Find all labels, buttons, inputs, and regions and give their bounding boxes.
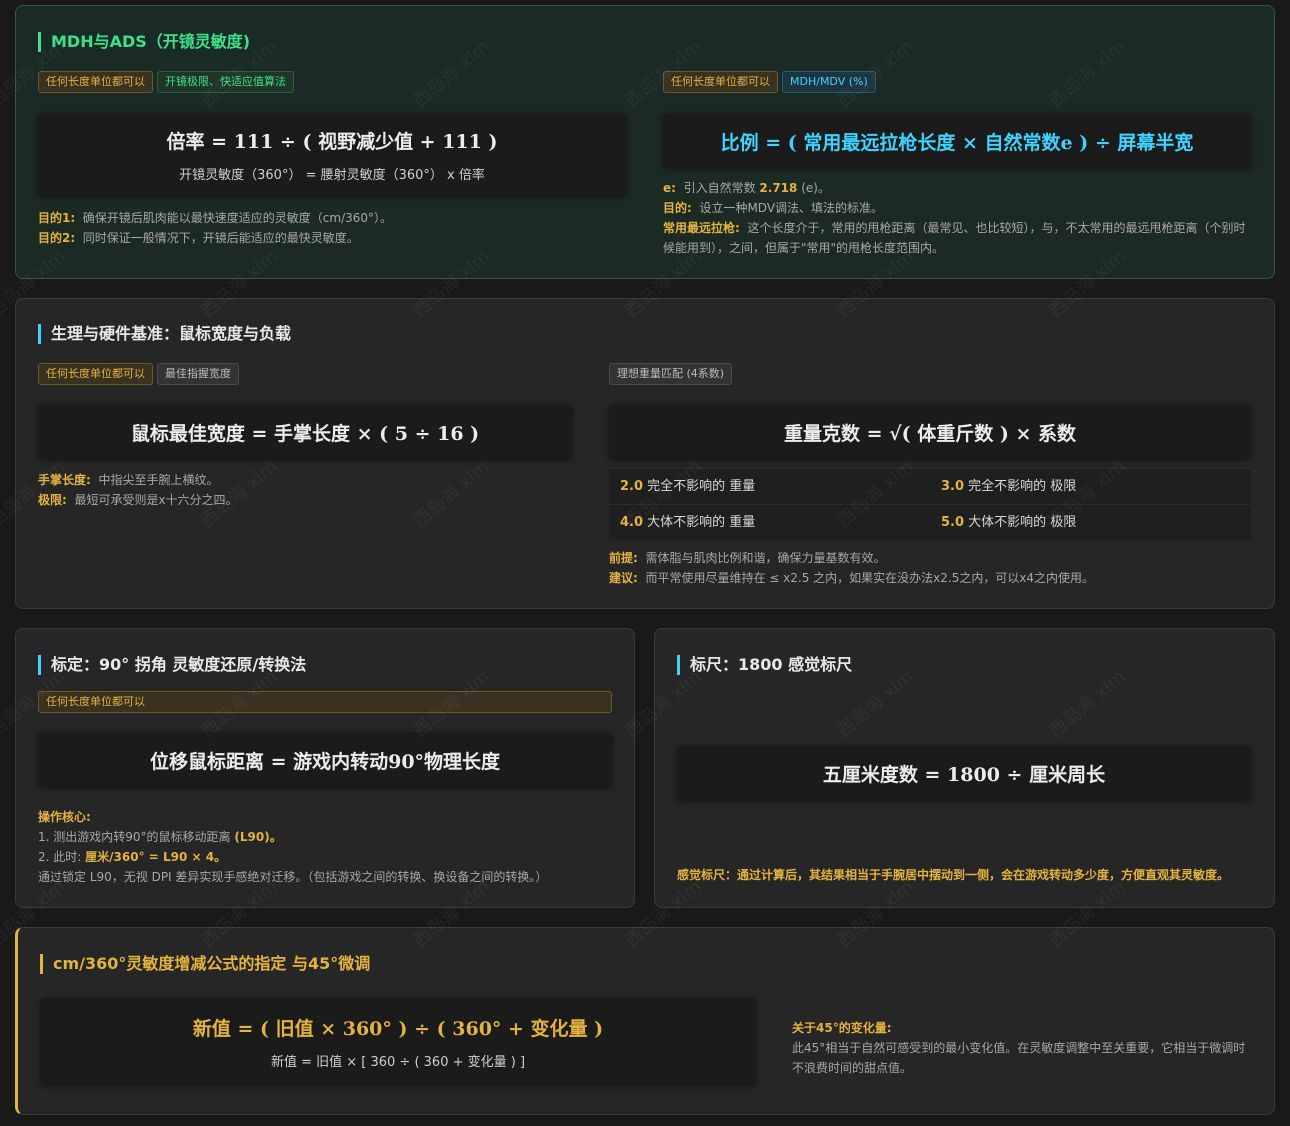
formula-sub: 新值 = 旧值 × [ 360 ÷ ( 360 + 变化量 ) ] <box>270 1055 526 1070</box>
note-line: 感觉标尺：通过计算后，其结果相当于手腕居中摆动到一侧，会在游戏转动多少度，方便直… <box>677 868 1230 882</box>
formula-box: 比例 = ( 常用最远拉枪长度 × 自然常数e ) ÷ 屏幕半宽 <box>663 113 1251 167</box>
tag-group-left: 任何长度单位都可以 开镜极限、快适应值算法 <box>38 71 294 93</box>
tag-group-left: 任何长度单位都可以 最佳指握宽度 <box>38 363 239 385</box>
tag: 理想重量匹配 (4系数) <box>609 363 733 385</box>
table-cell: 3.0 完全不影响的 极限 <box>941 479 1077 494</box>
notes-right: 前提: 需体脂与肌肉比例和谐，确保力量基数有效。 建议: 而平常使用尽量维持在 … <box>609 548 1251 588</box>
note-line: 目的: 设立一种MDV调法、填法的标准。 <box>663 201 884 215</box>
notes-right: e: 引入自然常数 2.718 (e)。 目的: 设立一种MDV调法、填法的标准… <box>663 178 1253 258</box>
formula-box: 五厘米度数 = 1800 ÷ 厘米周长 <box>677 745 1251 799</box>
formula-weight: 重量克数 = √( 体重斤数 ) × 系数 <box>784 423 1076 445</box>
formula-magnification: 倍率 = 111 ÷ ( 视野减少值 + 111 ) <box>166 131 498 153</box>
tag: 任何长度单位都可以 <box>663 71 778 93</box>
card-mdh-ads: MDH与ADS（开镜灵敏度) 任何长度单位都可以 开镜极限、快适应值算法 任何长… <box>15 5 1275 279</box>
tag-group-right: 任何长度单位都可以 MDH/MDV (%) <box>663 71 876 93</box>
note-line: 前提: 需体脂与肌肉比例和谐，确保力量基数有效。 <box>609 551 886 565</box>
note-line: 常用最远拉枪: 这个长度介于，常用的甩枪距离（最常见、也比较短），与，不太常用的… <box>663 221 1246 255</box>
tag-group: 任何长度单位都可以 <box>38 691 612 713</box>
notes-left: 手掌长度: 中指尖至手腕上横纹。 极限: 最短可承受则是x十六分之四。 <box>38 470 568 510</box>
notes-left: 目的1: 确保开镜后肌肉能以最快速度适应的灵敏度（cm/360°）。 目的2: … <box>38 208 628 248</box>
table-cell: 4.0 大体不影响的 重量 <box>620 515 756 530</box>
note-key: 关于45°的变化量: <box>792 1021 892 1035</box>
tag: 任何长度单位都可以 <box>38 363 153 385</box>
note-line: 极限: 最短可承受则是x十六分之四。 <box>38 493 238 507</box>
card-title: MDH与ADS（开镜灵敏度) <box>38 32 250 52</box>
note-line: e: 引入自然常数 2.718 (e)。 <box>663 181 830 195</box>
formula-box: 倍率 = 111 ÷ ( 视野减少值 + 111 ) 开镜灵敏度（360°） =… <box>38 113 626 195</box>
tag: 开镜极限、快适应值算法 <box>157 71 294 93</box>
notes: 关于45°的变化量: 此45°相当于自然可感受到的最小变化值。在灵敏度调整中至关… <box>792 1018 1247 1078</box>
card-title: cm/360°灵敏度增减公式的指定 与45°微调 <box>40 954 370 974</box>
weight-table: 2.0 完全不影响的 重量 3.0 完全不影响的 极限 4.0 大体不影响的 重… <box>609 468 1251 540</box>
core-label: 操作核心: <box>38 810 91 824</box>
note-line: 目的2: 同时保证一般情况下，开镜后能适应的最快灵敏度。 <box>38 231 359 245</box>
formula-1800: 五厘米度数 = 1800 ÷ 厘米周长 <box>822 764 1106 786</box>
tag: 任何长度单位都可以 <box>38 691 612 713</box>
notes: 感觉标尺：通过计算后，其结果相当于手腕居中摆动到一侧，会在游戏转动多少度，方便直… <box>677 865 1257 885</box>
tag: 任何长度单位都可以 <box>38 71 153 93</box>
formula-box: 新值 = ( 旧值 × 360° ) ÷ ( 360° + 变化量 ) 新值 =… <box>40 998 756 1084</box>
card-1800-ruler: 标尺：1800 感觉标尺 五厘米度数 = 1800 ÷ 厘米周长 感觉标尺：通过… <box>654 628 1275 908</box>
note-line: 手掌长度: 中指尖至手腕上横纹。 <box>38 473 219 487</box>
note-line: 目的1: 确保开镜后肌肉能以最快速度适应的灵敏度（cm/360°）。 <box>38 211 393 225</box>
formula-mouse-width: 鼠标最佳宽度 = 手掌长度 × ( 5 ÷ 16 ) <box>130 423 480 445</box>
formula-new-value: 新值 = ( 旧值 × 360° ) ÷ ( 360° + 变化量 ) <box>192 1018 604 1040</box>
formula-sub: 开镜灵敏度（360°） = 腰射灵敏度（360°） x 倍率 <box>179 168 485 183</box>
notes: 操作核心: 1. 测出游戏内转90°的鼠标移动距离 (L90)。 2. 此时: … <box>38 807 618 887</box>
formula-distance: 位移鼠标距离 = 游戏内转动90°物理长度 <box>149 751 501 773</box>
tag: MDH/MDV (%) <box>782 71 876 93</box>
tag-group-right: 理想重量匹配 (4系数) <box>609 363 733 385</box>
table-row: 2.0 完全不影响的 重量 3.0 完全不影响的 极限 <box>609 468 1251 504</box>
tag: 最佳指握宽度 <box>157 363 239 385</box>
card-sensitivity-adjust: cm/360°灵敏度增减公式的指定 与45°微调 新值 = ( 旧值 × 360… <box>15 927 1275 1115</box>
card-calibration-90: 标定：90° 拐角 灵敏度还原/转换法 任何长度单位都可以 位移鼠标距离 = 游… <box>15 628 635 908</box>
card-title: 标尺：1800 感觉标尺 <box>677 655 852 675</box>
formula-box: 重量克数 = √( 体重斤数 ) × 系数 <box>609 404 1251 458</box>
formula-ratio: 比例 = ( 常用最远拉枪长度 × 自然常数e ) ÷ 屏幕半宽 <box>720 132 1194 154</box>
card-title: 标定：90° 拐角 灵敏度还原/转换法 <box>38 655 306 675</box>
note-line: 2. 此时: 厘米/360° = L90 × 4。 <box>38 850 227 864</box>
formula-box: 位移鼠标距离 = 游戏内转动90°物理长度 <box>38 732 612 786</box>
table-row: 4.0 大体不影响的 重量 5.0 大体不影响的 极限 <box>609 504 1251 540</box>
note-line: 1. 测出游戏内转90°的鼠标移动距离 (L90)。 <box>38 830 282 844</box>
note-line: 此45°相当于自然可感受到的最小变化值。在灵敏度调整中至关重要，它相当于微调时不… <box>792 1041 1246 1075</box>
formula-box: 鼠标最佳宽度 = 手掌长度 × ( 5 ÷ 16 ) <box>38 404 572 458</box>
table-cell: 5.0 大体不影响的 极限 <box>941 515 1077 530</box>
note-line: 通过锁定 L90，无视 DPI 差异实现手感绝对迁移。（包括游戏之间的转换、换设… <box>38 870 548 884</box>
note-line: 建议: 而平常使用尽量维持在 ≤ x2.5 之内，如果实在没办法x2.5之内，可… <box>609 571 1095 585</box>
card-title: 生理与硬件基准：鼠标宽度与负载 <box>38 324 291 344</box>
table-cell: 2.0 完全不影响的 重量 <box>620 479 756 494</box>
card-mouse-hardware: 生理与硬件基准：鼠标宽度与负载 任何长度单位都可以 最佳指握宽度 理想重量匹配 … <box>15 298 1275 609</box>
